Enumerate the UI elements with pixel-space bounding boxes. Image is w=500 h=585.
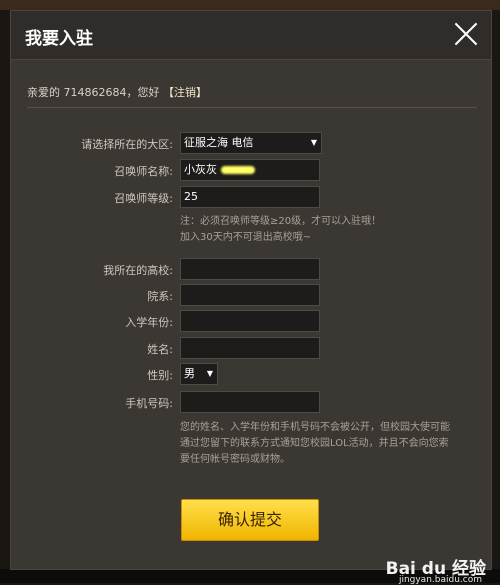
privacy-note-line2: 通过您留下的联系方式通知您校园LOL活动，并且不会向您索 (180, 438, 449, 449)
dialog-header: 我要入驻 (11, 11, 491, 60)
level-note: 注：必须召唤师等级≥20级，才可以入驻哦！ 加入30天内不可退出高校哦~ (180, 214, 381, 246)
name-label: 姓名: (147, 343, 173, 356)
summoner-name-label: 召唤师名称: (114, 165, 173, 178)
summoner-name-value: 小灰灰 (184, 163, 217, 176)
summoner-level-label: 召唤师等级: (114, 192, 173, 205)
level-note-line2: 加入30天内不可退出高校哦~ (180, 232, 312, 243)
phone-input[interactable] (180, 391, 320, 413)
enroll-year-input[interactable] (180, 310, 320, 332)
department-input[interactable] (180, 284, 320, 306)
gender-value: 男 (184, 367, 195, 380)
dialog-title: 我要入驻 (25, 29, 93, 49)
privacy-note-line1: 您的姓名、入学年份和手机号码不会被公开，但校园大使可能 (180, 422, 450, 433)
region-label: 请选择所在的大区: (81, 138, 173, 151)
summoner-name-input[interactable]: 小灰灰 (180, 159, 320, 181)
enroll-year-label: 入学年份: (125, 316, 173, 329)
phone-label: 手机号码: (125, 397, 173, 410)
divider (27, 107, 477, 108)
watermark-site: jingyan.baidu.com (398, 575, 482, 585)
school-label: 我所在的高校: (103, 264, 173, 277)
close-icon[interactable] (449, 17, 483, 51)
level-note-line1: 注：必须召唤师等级≥20级，才可以入驻哦！ (180, 216, 382, 227)
redaction-mark (220, 166, 255, 174)
summoner-level-input[interactable]: 25 (180, 186, 320, 208)
school-input[interactable] (180, 258, 320, 280)
gender-select[interactable]: 男 ▼ (180, 363, 218, 385)
greeting-text: 亲爱的 714862684，您好 (27, 86, 160, 99)
department-label: 院系: (147, 290, 173, 303)
gender-label: 性别: (147, 369, 173, 382)
dropdown-arrow-icon: ▼ (206, 369, 213, 378)
region-select[interactable]: 征服之海 电信 ▼ (180, 132, 322, 154)
background-top (0, 0, 500, 10)
account-greeting: 亲爱的 714862684，您好 【注销】 (27, 84, 207, 100)
privacy-note-line3: 要任何帐号密码或财物。 (180, 454, 290, 465)
dropdown-arrow-icon: ▼ (310, 138, 317, 147)
logout-link[interactable]: 【注销】 (163, 86, 207, 99)
name-input[interactable] (180, 337, 320, 359)
join-dialog: 我要入驻 亲爱的 714862684，您好 【注销】 请选择所在的大区: 征服之… (10, 10, 492, 570)
submit-button[interactable]: 确认提交 (181, 499, 319, 541)
privacy-note: 您的姓名、入学年份和手机号码不会被公开，但校园大使可能 通过您留下的联系方式通知… (180, 420, 450, 468)
summoner-level-value: 25 (184, 190, 198, 203)
region-value: 征服之海 电信 (184, 136, 254, 149)
